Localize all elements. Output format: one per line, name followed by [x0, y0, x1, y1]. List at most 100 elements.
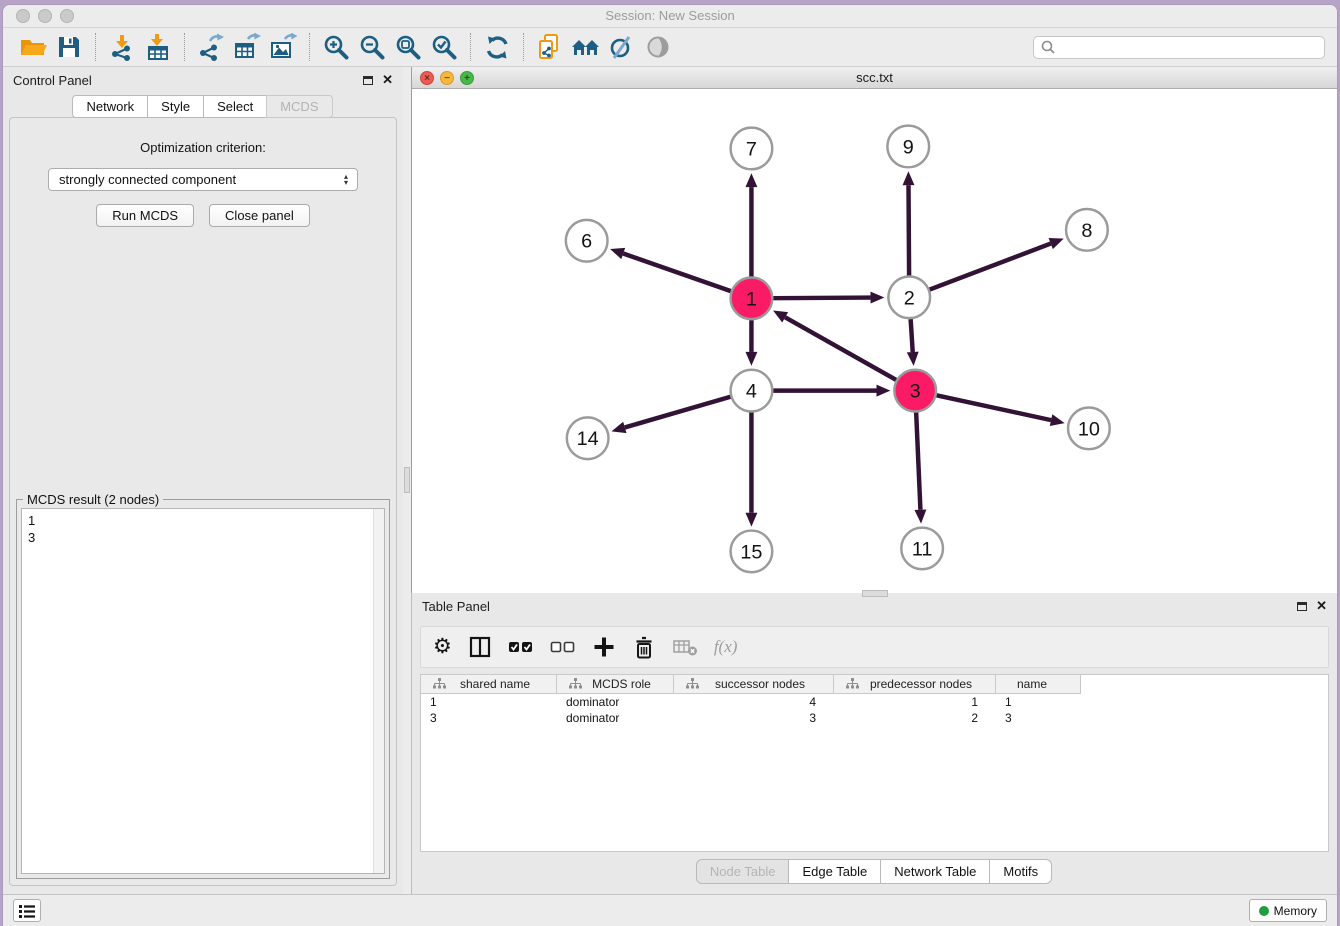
graph-edge-1-2[interactable]	[773, 298, 870, 299]
horizontal-splitter-grip[interactable]	[862, 590, 888, 597]
add-column-button[interactable]	[592, 632, 616, 662]
table-row[interactable]: 1dominator411	[421, 694, 1328, 710]
eye-icon	[645, 34, 671, 60]
table-cell: 2	[834, 711, 996, 725]
import-table-button[interactable]	[140, 30, 176, 64]
node-label: 14	[577, 428, 599, 450]
network-close-button[interactable]: ×	[420, 71, 434, 85]
column-header-MCDS-role[interactable]: MCDS role	[557, 675, 674, 694]
control-tab-style[interactable]: Style	[147, 95, 204, 118]
zoom-out-button[interactable]	[354, 30, 390, 64]
table-row[interactable]: 3dominator323	[421, 710, 1328, 726]
graph-edge-arrowhead	[745, 352, 757, 366]
result-line: 1	[28, 512, 367, 529]
task-history-button[interactable]	[13, 899, 41, 922]
graph-edge-4-14[interactable]	[625, 397, 731, 428]
control-tab-network[interactable]: Network	[72, 95, 148, 118]
toolbar-separator	[470, 33, 471, 61]
column-label: predecessor nodes	[859, 677, 983, 691]
deselect-all-button[interactable]	[550, 632, 576, 662]
duplicate-network-button[interactable]	[532, 30, 568, 64]
close-table-panel-icon[interactable]: ✕	[1316, 601, 1327, 611]
graph-edge-1-6[interactable]	[623, 254, 731, 292]
open-file-button[interactable]	[15, 30, 51, 64]
column-header-name[interactable]: name	[996, 675, 1081, 694]
table-cell: 4	[674, 695, 834, 709]
column-header-predecessor-nodes[interactable]: predecessor nodes	[834, 675, 996, 694]
graph-node-15[interactable]: 15	[731, 531, 773, 573]
control-tab-mcds[interactable]: MCDS	[266, 95, 332, 118]
function-builder-button[interactable]: f(x)	[714, 632, 738, 662]
splitter-grip[interactable]	[404, 467, 410, 493]
minimize-window-button[interactable]	[38, 9, 52, 23]
zoom-in-button[interactable]	[318, 30, 354, 64]
zoom-fit-button[interactable]	[390, 30, 426, 64]
graph-edge-3-1[interactable]	[785, 317, 896, 380]
graph-edge-arrowhead	[610, 248, 625, 259]
graph-node-3[interactable]: 3	[894, 370, 936, 412]
homes-button[interactable]	[568, 30, 604, 64]
eye-button[interactable]	[640, 30, 676, 64]
maximize-window-button[interactable]	[60, 9, 74, 23]
result-scrollbar[interactable]	[373, 509, 384, 873]
search-field[interactable]	[1033, 36, 1325, 59]
column-header-successor-nodes[interactable]: successor nodes	[674, 675, 834, 694]
graph-node-2[interactable]: 2	[888, 276, 930, 318]
network-canvas[interactable]: 1 2 3 4 6 7 8 9 10 11 14 15	[412, 89, 1337, 593]
float-table-panel-icon[interactable]	[1297, 602, 1307, 611]
table-tab-node-table[interactable]: Node Table	[696, 859, 790, 884]
graph-edge-3-11[interactable]	[916, 412, 920, 509]
import-network-button[interactable]	[104, 30, 140, 64]
refresh-button[interactable]	[479, 30, 515, 64]
column-label: name	[996, 677, 1068, 691]
fx-icon: f(x)	[714, 637, 738, 657]
graph-edge-2-8[interactable]	[930, 244, 1051, 290]
table-settings-button[interactable]: ⚙	[433, 632, 452, 662]
run-mcds-button[interactable]: Run MCDS	[96, 204, 194, 227]
window-title: Session: New Session	[3, 5, 1337, 27]
table-tab-network-table[interactable]: Network Table	[880, 859, 990, 884]
graph-node-1[interactable]: 1	[731, 277, 773, 319]
table-tab-edge-table[interactable]: Edge Table	[788, 859, 881, 884]
delete-column-button[interactable]	[632, 632, 656, 662]
hide-button[interactable]	[604, 30, 640, 64]
select-all-button[interactable]	[508, 632, 534, 662]
mcds-result-list[interactable]: 13	[22, 509, 373, 873]
graph-node-8[interactable]: 8	[1066, 209, 1108, 251]
show-columns-button[interactable]	[468, 632, 492, 662]
float-panel-icon[interactable]	[363, 76, 373, 85]
network-minimize-button[interactable]: −	[440, 71, 454, 85]
control-tab-select[interactable]: Select	[203, 95, 267, 118]
close-panel-icon[interactable]: ✕	[382, 75, 393, 85]
network-graph[interactable]: 1 2 3 4 6 7 8 9 10 11 14 15	[412, 89, 1337, 593]
graph-node-6[interactable]: 6	[566, 220, 608, 262]
graph-node-10[interactable]: 10	[1068, 407, 1110, 449]
export-image-button[interactable]	[265, 30, 301, 64]
graph-node-4[interactable]: 4	[731, 370, 773, 412]
graph-node-7[interactable]: 7	[731, 128, 773, 170]
memory-button[interactable]: Memory	[1249, 899, 1327, 922]
graph-edge-3-10[interactable]	[937, 395, 1052, 420]
graph-node-9[interactable]: 9	[887, 126, 929, 168]
column-header-shared-name[interactable]: shared name	[421, 675, 557, 694]
search-input[interactable]	[1056, 40, 1318, 54]
export-table-button[interactable]	[229, 30, 265, 64]
graph-node-11[interactable]: 11	[901, 528, 943, 570]
toolbar-separator	[184, 33, 185, 61]
close-window-button[interactable]	[16, 9, 30, 23]
criterion-dropdown[interactable]: strongly connected component ▴▾	[48, 168, 358, 191]
graph-node-14[interactable]: 14	[567, 417, 609, 459]
export-network-button[interactable]	[193, 30, 229, 64]
network-maximize-button[interactable]: +	[460, 71, 474, 85]
graph-edge-2-9[interactable]	[908, 185, 909, 275]
delete-table-button[interactable]	[672, 632, 698, 662]
main-toolbar	[3, 28, 1337, 67]
vertical-splitter[interactable]	[403, 67, 411, 894]
save-session-button[interactable]	[51, 30, 87, 64]
table-tab-motifs[interactable]: Motifs	[989, 859, 1052, 884]
zoom-selected-button[interactable]	[426, 30, 462, 64]
select-all-icon	[508, 635, 534, 659]
close-panel-button[interactable]: Close panel	[209, 204, 310, 227]
control-panel-tabs: NetworkStyleSelectMCDS	[3, 95, 403, 118]
graph-edge-2-3[interactable]	[911, 319, 913, 352]
